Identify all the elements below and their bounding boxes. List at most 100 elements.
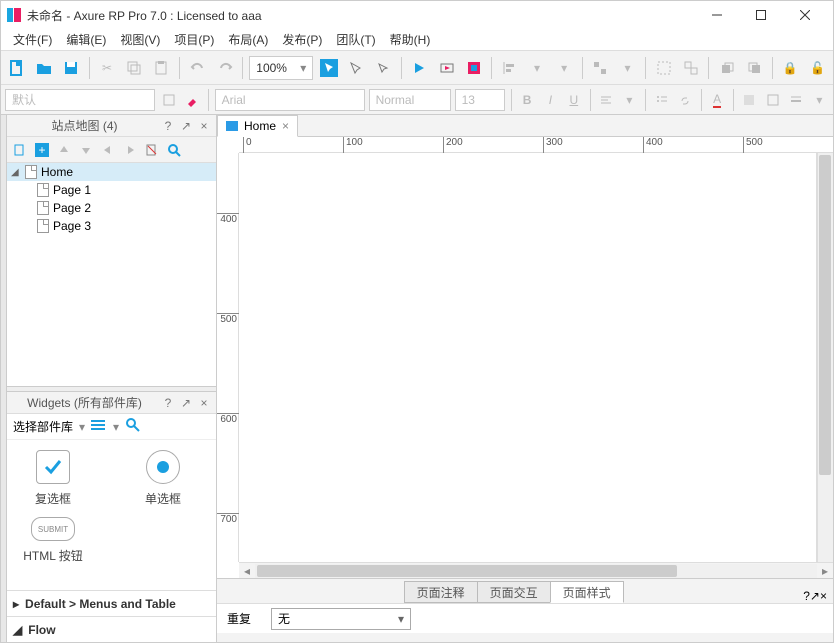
linestyle-icon[interactable]: ▾ [810,88,829,112]
menu-view[interactable]: 视图(V) [114,29,166,50]
front-icon[interactable] [715,56,738,80]
italic-icon[interactable]: I [541,88,560,112]
scrollbar-thumb[interactable] [819,155,831,475]
publish1-icon[interactable] [435,56,458,80]
paste-icon[interactable] [150,56,173,80]
tab-page-notes[interactable]: 页面注释 [404,581,478,603]
fill-icon[interactable] [740,88,759,112]
font-select[interactable]: Arial [215,89,365,111]
pointer3-icon[interactable] [372,56,395,80]
category-flow[interactable]: ◢ Flow [7,616,216,642]
scrollbar-thumb[interactable] [257,565,677,577]
close-tab-icon[interactable]: × [282,119,289,133]
redo-icon[interactable] [213,56,236,80]
close-icon[interactable]: × [196,395,212,411]
distribute2-icon[interactable]: ▾ [616,56,639,80]
menu-help[interactable]: 帮助(H) [384,29,437,50]
linewidth-icon[interactable] [786,88,805,112]
collapse-icon[interactable]: ◢ [11,167,21,178]
tab-home[interactable]: Home × [217,115,298,137]
select-tool-icon[interactable] [317,56,340,80]
delete-page-icon[interactable] [143,141,161,159]
menu-file[interactable]: 文件(F) [7,29,58,50]
align-left-group-icon[interactable] [498,56,521,80]
help-icon[interactable]: ? [160,118,176,134]
indent-icon[interactable] [121,141,139,159]
maximize-button[interactable] [739,1,783,29]
outdent-icon[interactable] [99,141,117,159]
tab-page-interactions[interactable]: 页面交互 [477,581,551,603]
preview-icon[interactable] [408,56,431,80]
menu-team[interactable]: 团队(T) [330,29,381,50]
menu-edit[interactable]: 编辑(E) [60,29,112,50]
distribute1-icon[interactable] [589,56,612,80]
group-icon[interactable] [652,56,675,80]
bold-icon[interactable]: B [517,88,536,112]
tree-page-3[interactable]: Page 3 [7,217,216,235]
menu-layout[interactable]: 布局(A) [222,29,274,50]
search-icon[interactable] [125,417,141,436]
valign-icon[interactable]: ▾ [620,88,639,112]
tree-page-1[interactable]: Page 1 [7,181,216,199]
expand-icon[interactable]: ↗ [178,395,194,411]
move-down-icon[interactable] [77,141,95,159]
menu-publish[interactable]: 发布(P) [276,29,328,50]
align-right-icon[interactable]: ▾ [553,56,576,80]
widget-radio[interactable]: 单选框 [123,450,203,507]
vertical-scrollbar[interactable] [817,153,833,562]
close-icon[interactable]: × [820,589,827,603]
back-icon[interactable] [743,56,766,80]
search-icon[interactable] [165,141,183,159]
link-icon[interactable] [675,88,694,112]
align-center-icon[interactable]: ▾ [525,56,548,80]
cut-icon[interactable]: ✂ [95,56,118,80]
add-folder-icon[interactable]: + [33,141,51,159]
align-text-icon[interactable] [596,88,615,112]
text-color-icon[interactable]: A [707,88,726,112]
pointer2-icon[interactable] [344,56,367,80]
copy-icon[interactable] [123,56,146,80]
expand-icon[interactable]: ↗ [810,589,820,603]
repeat-select[interactable]: 无 ▾ [271,608,411,630]
lock-icon[interactable]: 🔒 [779,56,802,80]
new-file-icon[interactable] [5,56,28,80]
design-canvas[interactable] [239,153,817,562]
close-icon[interactable]: × [196,118,212,134]
underline-icon[interactable]: U [564,88,583,112]
paint-icon[interactable] [182,88,201,112]
expand-icon[interactable]: ↗ [178,118,194,134]
chevron-down-icon[interactable]: ▾ [113,420,119,434]
menu-project[interactable]: 项目(P) [168,29,220,50]
scroll-right-icon[interactable]: ▸ [817,564,833,578]
zoom-select[interactable]: 100%▾ [249,56,313,80]
bullet-icon[interactable] [652,88,671,112]
category-menus-table[interactable]: ▸ Default > Menus and Table [7,590,216,616]
minimize-button[interactable] [695,1,739,29]
size-select[interactable]: 13 [455,89,505,111]
ungroup-icon[interactable] [679,56,702,80]
weight-select[interactable]: Normal [369,89,451,111]
close-button[interactable] [783,1,827,29]
chevron-down-icon[interactable]: ▾ [79,420,85,434]
help-icon[interactable]: ? [160,395,176,411]
hamburger-icon[interactable] [91,419,107,434]
tab-page-style[interactable]: 页面样式 [550,581,624,603]
help-icon[interactable]: ? [803,589,810,603]
horizontal-scrollbar[interactable]: ◂ ▸ [239,562,833,578]
undo-icon[interactable] [186,56,209,80]
scroll-left-icon[interactable]: ◂ [239,564,255,578]
save-icon[interactable] [59,56,82,80]
select-library-label[interactable]: 选择部件库 [13,418,73,435]
add-page-icon[interactable] [11,141,29,159]
border-icon[interactable] [763,88,782,112]
tree-home[interactable]: ◢ Home [7,163,216,181]
tree-page-2[interactable]: Page 2 [7,199,216,217]
style-apply-icon[interactable] [159,88,178,112]
publish2-icon[interactable] [462,56,485,80]
unlock-icon[interactable]: 🔓 [806,56,829,80]
widget-checkbox[interactable]: 复选框 [13,450,93,507]
open-file-icon[interactable] [32,56,55,80]
style-select[interactable]: 默认 [5,89,155,111]
widget-html-button[interactable]: SUBMIT HTML 按钮 [13,517,93,564]
move-up-icon[interactable] [55,141,73,159]
